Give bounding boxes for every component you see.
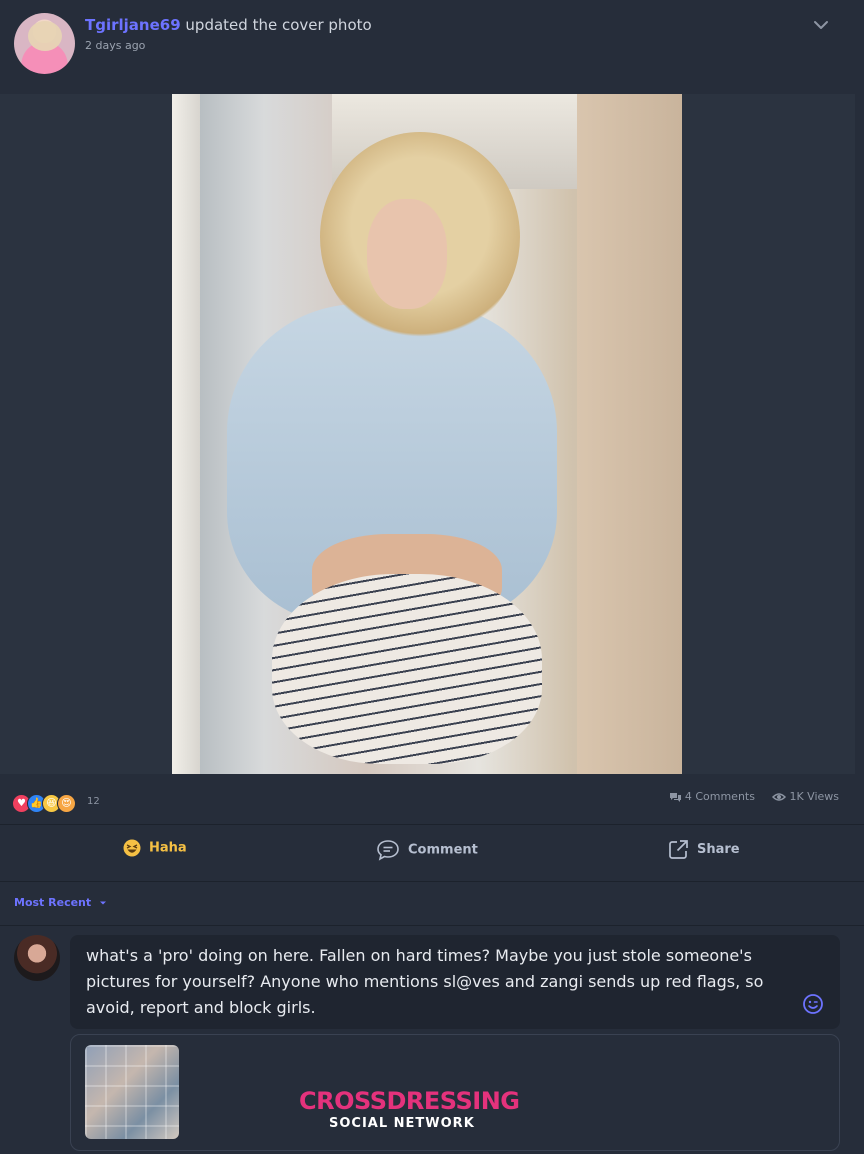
sort-dropdown[interactable]: Most Recent (14, 896, 107, 909)
wow-icon: 😍 (57, 794, 76, 813)
link-preview-thumbnail (85, 1045, 179, 1139)
author-avatar[interactable] (14, 13, 75, 74)
post-stats: 4 Comments 1K Views (669, 790, 839, 803)
comment-input[interactable]: what's a 'pro' doing on here. Fallen on … (70, 935, 840, 1029)
avatar-hair (28, 21, 62, 51)
comments-count[interactable]: 4 Comments (685, 790, 755, 803)
views-count: 1K Views (789, 790, 839, 803)
comment-bubble-icon (377, 840, 399, 861)
comment-button[interactable]: Comment (376, 839, 478, 861)
photo-face (367, 199, 447, 309)
cover-photo-container (0, 94, 855, 774)
commenter-avatar[interactable] (14, 935, 60, 981)
photo-door (172, 94, 200, 774)
comment-sort-bar: Most Recent (0, 881, 864, 926)
link-preview-card[interactable]: CROSSDRESSING SOCIAL NETWORK (70, 1034, 840, 1151)
share-icon (669, 840, 688, 859)
post-title: Tgirljane69 updated the cover photo (85, 16, 372, 34)
post-timestamp[interactable]: 2 days ago (85, 39, 145, 52)
cover-photo[interactable] (172, 94, 682, 774)
eye-icon (772, 793, 787, 801)
post-actions: Haha Comment Share (0, 824, 864, 882)
share-button[interactable]: Share (668, 839, 740, 860)
haha-emoji-icon (123, 839, 141, 857)
reaction-count: 12 (87, 796, 100, 807)
chevron-down-icon[interactable] (812, 17, 830, 33)
link-preview-brand: CROSSDRESSING (299, 1087, 520, 1115)
comments-icon (669, 792, 681, 802)
smiley-icon[interactable] (802, 993, 824, 1015)
photo-shorts (272, 574, 542, 764)
link-preview-subtitle: SOCIAL NETWORK (329, 1116, 475, 1131)
haha-label: Haha (149, 840, 187, 856)
author-name-link[interactable]: Tgirljane69 (85, 16, 181, 34)
caret-down-icon (99, 901, 106, 905)
post-header: Tgirljane69 updated the cover photo 2 da… (0, 0, 864, 94)
photo-wall-post (577, 94, 682, 774)
comment-label: Comment (408, 842, 478, 858)
share-label: Share (697, 842, 740, 857)
reaction-summary: ♥ 👍 😆 😍 12 4 Comments 1K Views (0, 774, 864, 825)
haha-button[interactable]: Haha (123, 839, 187, 857)
post-action-text: updated the cover photo (185, 16, 372, 34)
sort-label: Most Recent (14, 896, 92, 909)
comment-input-text[interactable]: what's a 'pro' doing on here. Fallen on … (86, 943, 776, 1021)
